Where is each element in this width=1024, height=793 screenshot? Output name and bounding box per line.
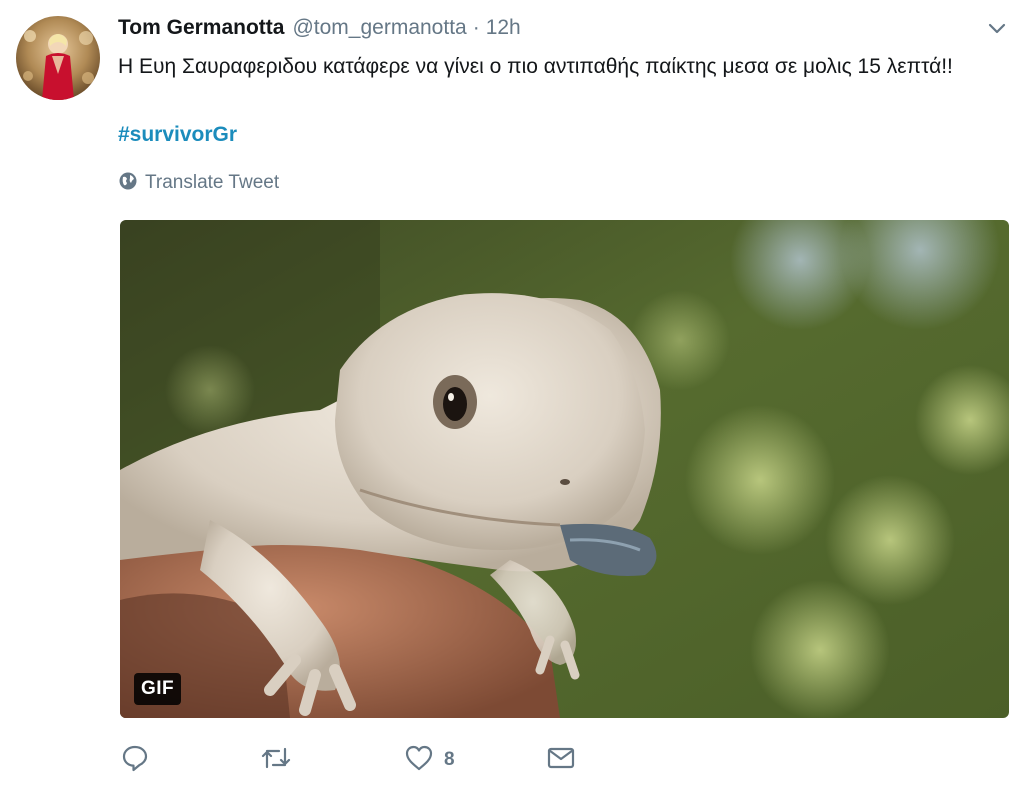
retweet-icon <box>259 743 293 778</box>
tweet-text: Η Ευη Σαυραφεριδου κατάφερε να γίνει ο π… <box>118 55 953 78</box>
tweet-timestamp[interactable]: 12h <box>486 16 521 40</box>
tweet-actions: 8 <box>118 742 598 778</box>
retweet-button[interactable] <box>259 742 293 778</box>
heart-icon <box>404 743 434 778</box>
chevron-down-icon <box>987 18 1007 43</box>
hashtag-link[interactable]: #survivorGr <box>118 118 237 152</box>
like-count: 8 <box>444 749 455 770</box>
like-button[interactable]: 8 <box>404 742 455 778</box>
avatar[interactable] <box>16 16 100 100</box>
translate-tweet-button[interactable]: Translate Tweet <box>118 170 279 196</box>
reply-icon <box>120 743 150 778</box>
tweet-header: Tom Germanotta @tom_germanotta · 12h <box>118 16 521 44</box>
header-separator: · <box>472 16 480 39</box>
author-name[interactable]: Tom Germanotta <box>118 16 284 40</box>
gif-media[interactable]: GIF <box>120 220 1009 718</box>
envelope-icon <box>546 743 576 778</box>
tweet-menu-button[interactable] <box>983 16 1011 44</box>
gif-preview-image <box>120 220 1009 718</box>
reply-button[interactable] <box>120 742 150 778</box>
author-handle[interactable]: @tom_germanotta <box>292 16 466 40</box>
globe-icon <box>118 171 138 196</box>
direct-message-button[interactable] <box>546 742 576 778</box>
gif-badge: GIF <box>134 673 182 705</box>
translate-label: Translate Tweet <box>145 172 280 193</box>
